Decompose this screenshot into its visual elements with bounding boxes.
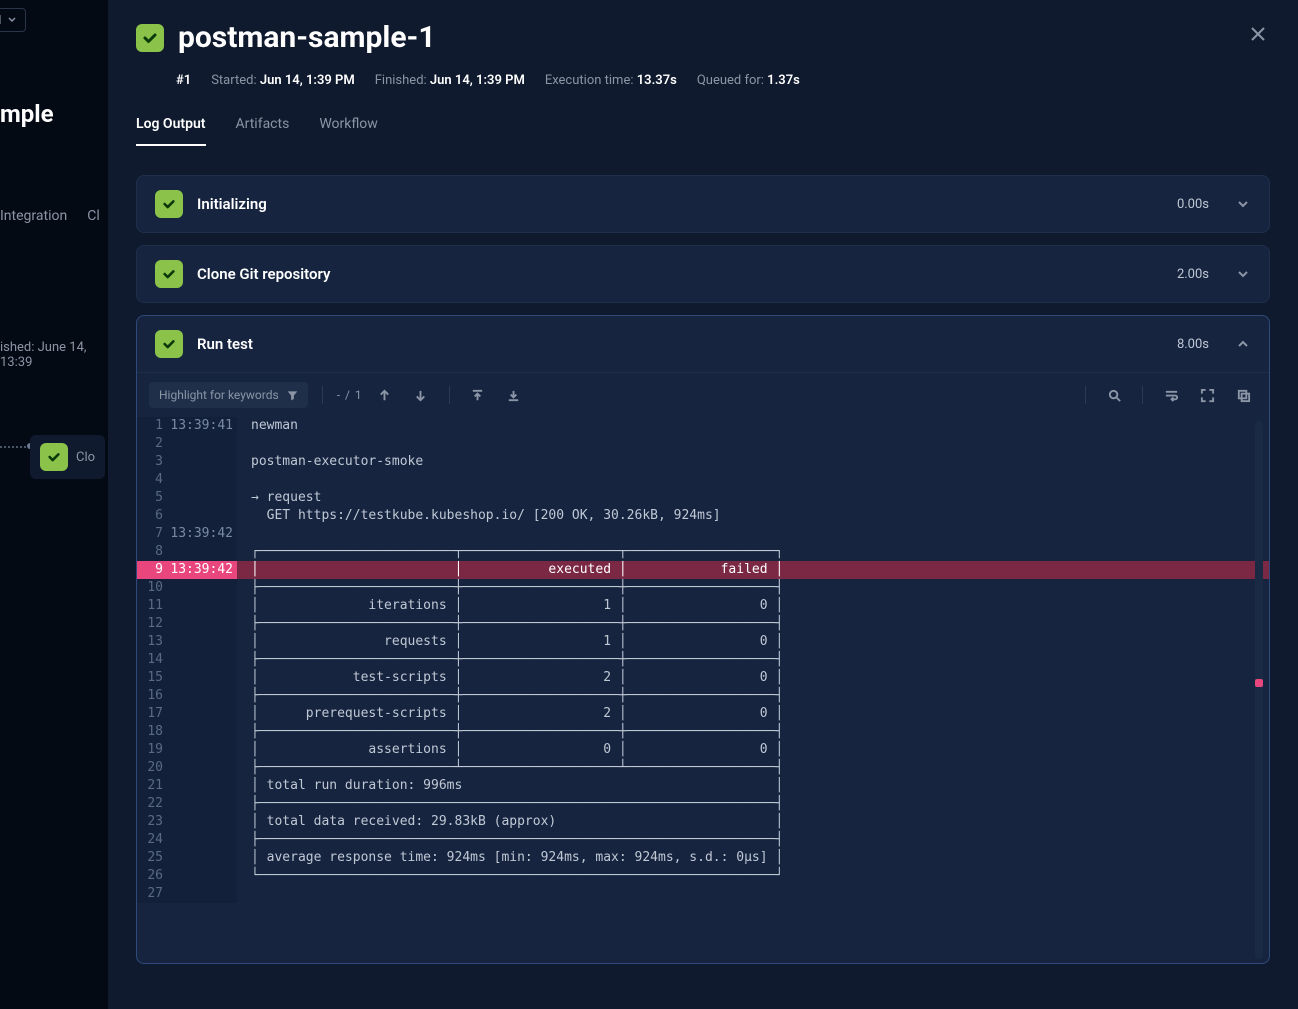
prev-match-button[interactable]	[371, 381, 399, 409]
scroll-top-button[interactable]	[464, 381, 492, 409]
log-scrollbar[interactable]	[1255, 421, 1263, 959]
chevron-down-icon	[7, 15, 17, 25]
separator	[1085, 386, 1086, 404]
step-run-test: Run test 8.00s Highlight for keywords - …	[136, 315, 1270, 964]
search-icon	[1107, 388, 1122, 403]
modal-header: postman-sample-1 #1 Started: Jun 14, 1:3…	[108, 0, 1298, 147]
separator	[322, 386, 323, 404]
filter-icon	[287, 390, 298, 401]
go-bottom-icon	[506, 388, 521, 403]
scroll-bottom-button[interactable]	[500, 381, 528, 409]
tab-artifacts[interactable]: Artifacts	[236, 116, 290, 146]
search-button[interactable]	[1100, 381, 1128, 409]
log-viewer[interactable]: 1234567891011121314151617181920212223242…	[137, 417, 1269, 963]
bg-clone-node[interactable]: Clo	[30, 435, 105, 479]
copy-button[interactable]	[1229, 381, 1257, 409]
scroll-highlight-mark	[1255, 679, 1263, 687]
queued-meta: Queued for: 1.37s	[697, 73, 800, 88]
title-row: postman-sample-1	[136, 20, 1270, 55]
chevron-up-icon	[1235, 336, 1251, 352]
arrow-up-icon	[377, 388, 392, 403]
wrap-lines-button[interactable]	[1157, 381, 1185, 409]
step-title: Initializing	[197, 195, 1163, 213]
finished-meta: Finished: Jun 14, 1:39 PM	[375, 73, 525, 88]
bg-clone-label: Clo	[76, 450, 95, 465]
background-page: kind mple Integration Cl ished: June 14,…	[0, 0, 108, 1009]
page-title: postman-sample-1	[178, 20, 436, 55]
bg-tab-integration[interactable]: Integration	[0, 208, 67, 224]
chevron-down-icon	[1235, 196, 1251, 212]
wrap-icon	[1164, 388, 1179, 403]
bg-page-title: mple	[0, 100, 54, 128]
separator	[1142, 386, 1143, 404]
step-duration: 0.00s	[1177, 197, 1209, 212]
step-header[interactable]: Clone Git repository 2.00s	[137, 246, 1269, 302]
step-title: Run test	[197, 335, 1163, 353]
tab-log-output[interactable]: Log Output	[136, 116, 206, 146]
started-meta: Started: Jun 14, 1:39 PM	[211, 73, 355, 88]
step-clone-git: Clone Git repository 2.00s	[136, 245, 1270, 303]
expand-icon	[1200, 388, 1215, 403]
step-header[interactable]: Initializing 0.00s	[137, 176, 1269, 232]
execution-detail-modal: postman-sample-1 #1 Started: Jun 14, 1:3…	[108, 0, 1298, 1009]
step-duration: 2.00s	[1177, 267, 1209, 282]
close-icon	[1246, 22, 1270, 46]
step-title: Clone Git repository	[197, 265, 1163, 283]
match-count: - / 1	[337, 388, 363, 402]
success-icon	[155, 190, 183, 218]
fullscreen-button[interactable]	[1193, 381, 1221, 409]
go-top-icon	[470, 388, 485, 403]
close-button[interactable]	[1246, 22, 1270, 50]
separator	[449, 386, 450, 404]
tab-workflow[interactable]: Workflow	[319, 116, 378, 146]
next-match-button[interactable]	[407, 381, 435, 409]
bg-tabs: Integration Cl	[0, 208, 100, 224]
run-number: #1	[176, 73, 191, 88]
execution-meta: #1 Started: Jun 14, 1:39 PM Finished: Ju…	[136, 73, 1270, 88]
step-initializing: Initializing 0.00s	[136, 175, 1270, 233]
bg-tab-cl[interactable]: Cl	[87, 208, 100, 224]
copy-icon	[1236, 388, 1251, 403]
arrow-down-icon	[413, 388, 428, 403]
bg-finished-text: ished: June 14, 13:39	[0, 340, 108, 370]
success-icon	[155, 330, 183, 358]
chevron-down-icon	[1235, 266, 1251, 282]
exec-time-meta: Execution time: 13.37s	[545, 73, 677, 88]
detail-tabs: Log Output Artifacts Workflow	[136, 116, 1270, 147]
environment-selector[interactable]: kind	[0, 8, 26, 32]
step-header[interactable]: Run test 8.00s	[137, 316, 1269, 372]
highlight-keywords-input[interactable]: Highlight for keywords	[149, 382, 308, 408]
graph-connector	[0, 446, 30, 448]
steps-list: Initializing 0.00s Clone Git repository …	[108, 147, 1298, 964]
log-toolbar: Highlight for keywords - / 1	[137, 372, 1269, 417]
environment-label: kind	[0, 13, 1, 27]
success-icon	[136, 24, 164, 52]
success-icon	[40, 443, 68, 471]
step-duration: 8.00s	[1177, 337, 1209, 352]
success-icon	[155, 260, 183, 288]
highlight-placeholder: Highlight for keywords	[159, 388, 279, 402]
